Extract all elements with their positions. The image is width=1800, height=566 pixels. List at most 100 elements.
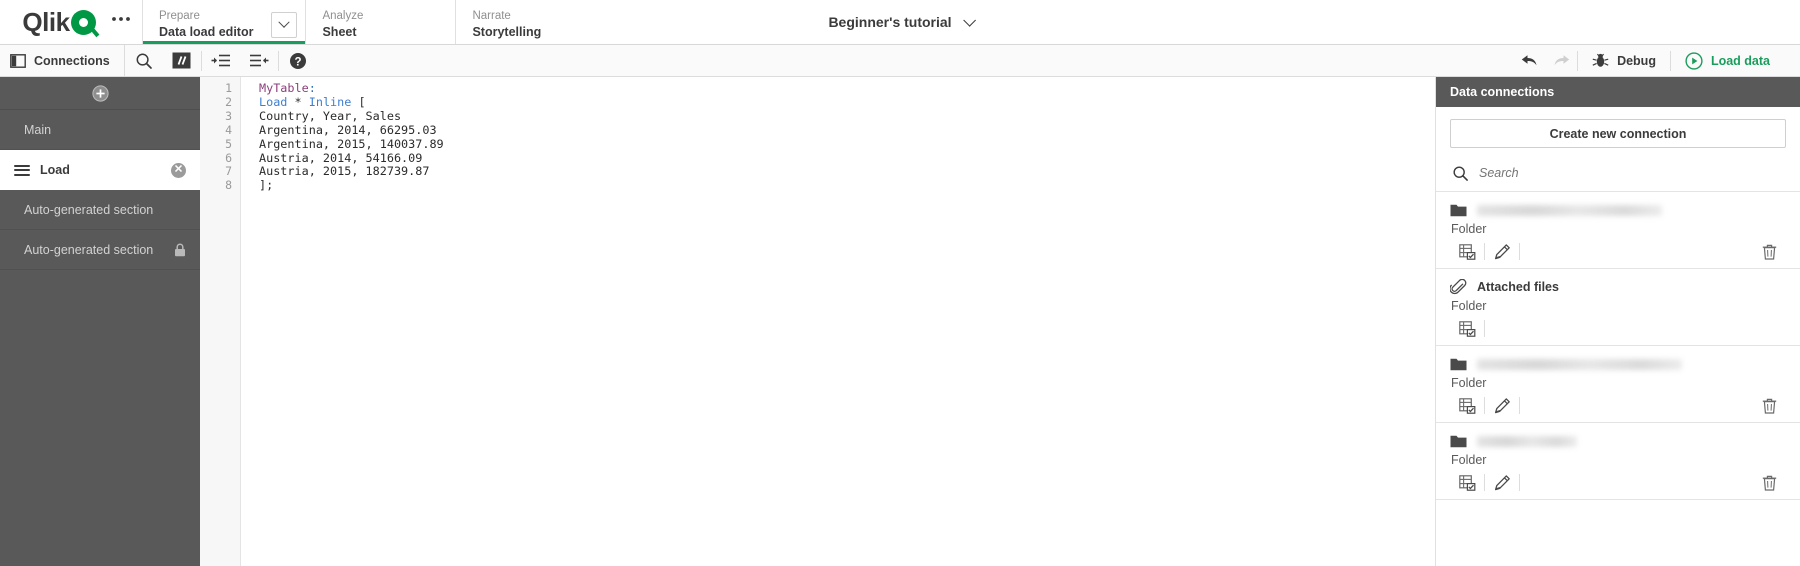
- connection-item[interactable]: Folder: [1436, 192, 1800, 269]
- top-navigation-bar: Qlik Prepare Data load editor Analyze Sh…: [0, 0, 1800, 45]
- qlik-logo[interactable]: Qlik: [0, 0, 100, 44]
- tab-storytelling[interactable]: Narrate Storytelling: [455, 0, 606, 44]
- play-circle-icon: [1685, 51, 1703, 70]
- sidebar-item-label: Load: [40, 163, 70, 177]
- delete-section-button[interactable]: ✕: [171, 162, 186, 178]
- connection-item[interactable]: Folder: [1436, 423, 1800, 500]
- code-line[interactable]: Load * Inline [: [259, 94, 1435, 110]
- edit-icon: [1494, 474, 1511, 491]
- logo-text: Qlik: [22, 7, 70, 37]
- code-token: ];: [259, 178, 274, 193]
- toolbar-left-group: Connections ?: [0, 44, 317, 77]
- app-title[interactable]: Beginner's tutorial: [828, 14, 951, 30]
- help-button[interactable]: ?: [279, 45, 317, 77]
- paperclip-icon: [1450, 279, 1467, 295]
- connection-item[interactable]: Folder: [1436, 346, 1800, 423]
- tab-analyze-group-label: Analyze: [322, 10, 364, 22]
- connections-search-row[interactable]: [1450, 155, 1786, 191]
- connection-type: Folder: [1451, 299, 1487, 313]
- connection-header: Attached files: [1450, 278, 1786, 296]
- connection-actions: [1450, 315, 1786, 342]
- tab-sheet[interactable]: Analyze Sheet: [305, 0, 456, 44]
- search-icon: [136, 53, 152, 69]
- code-token: [: [351, 94, 366, 109]
- undo-icon: [1521, 55, 1537, 66]
- code-line[interactable]: Country, Year, Sales: [259, 109, 1435, 124]
- data-connections-panel: Data connections Create new connection F…: [1435, 77, 1800, 566]
- connection-name-redacted: [1477, 204, 1662, 216]
- line-number: 3: [225, 108, 232, 123]
- select-data-button[interactable]: [1450, 472, 1484, 494]
- select-data-button[interactable]: [1450, 395, 1484, 417]
- sidebar-item-auto-generated-1[interactable]: Auto-generated section: [0, 190, 200, 230]
- search-button[interactable]: [125, 45, 163, 77]
- toggle-connections-panel-button[interactable]: Connections: [0, 44, 125, 77]
- folder-icon: [1450, 357, 1467, 371]
- code-line[interactable]: Argentina, 2014, 66295.03: [259, 123, 1435, 138]
- select-data-button[interactable]: [1450, 318, 1484, 340]
- indent-button[interactable]: [202, 45, 240, 77]
- edit-button[interactable]: [1485, 472, 1519, 494]
- connection-name-redacted: [1477, 358, 1682, 370]
- code-line[interactable]: MyTable:: [259, 81, 1435, 96]
- select-data-button[interactable]: [1450, 241, 1484, 263]
- connection-header: [1450, 432, 1786, 450]
- connection-item[interactable]: Attached files Folder: [1436, 269, 1800, 346]
- connection-type: Folder: [1451, 453, 1487, 467]
- edit-button[interactable]: [1485, 241, 1519, 263]
- tab-storytelling-label: Storytelling: [472, 25, 542, 39]
- edit-icon: [1494, 397, 1511, 414]
- delete-button[interactable]: [1752, 395, 1786, 417]
- script-sections-sidebar: Main Load ✕ Auto-generated section Auto-…: [0, 77, 200, 566]
- data-load-editor-page: Qlik Prepare Data load editor Analyze Sh…: [0, 0, 1800, 566]
- connections-search-input[interactable]: [1479, 166, 1719, 180]
- overflow-menu-button[interactable]: [100, 0, 142, 44]
- comment-button[interactable]: [163, 45, 201, 77]
- code-line[interactable]: Argentina, 2015, 140037.89: [259, 137, 1435, 152]
- delete-button[interactable]: [1752, 472, 1786, 494]
- debug-button[interactable]: Debug: [1578, 45, 1670, 77]
- create-new-connection-button[interactable]: Create new connection: [1450, 119, 1786, 148]
- drag-handle-icon[interactable]: [14, 164, 30, 176]
- line-number: 1: [225, 81, 232, 95]
- code-token: Inline: [308, 94, 352, 109]
- delete-button[interactable]: [1752, 241, 1786, 263]
- outdent-button[interactable]: [240, 45, 278, 77]
- line-number: 4: [225, 122, 232, 137]
- data-connections-body: Create new connection: [1436, 107, 1800, 191]
- add-section-button[interactable]: [0, 77, 200, 110]
- sidebar-item-label: Auto-generated section: [24, 242, 154, 257]
- data-load-editor-dropdown-button[interactable]: [271, 12, 298, 38]
- code-token: MyTable: [259, 81, 309, 95]
- sidebar-item-auto-generated-2[interactable]: Auto-generated section: [0, 230, 200, 270]
- code-line[interactable]: ];: [259, 178, 1435, 193]
- code-line[interactable]: Austria, 2014, 54166.09: [259, 151, 1435, 166]
- load-data-button[interactable]: Load data: [1671, 45, 1784, 77]
- connection-actions: [1450, 238, 1786, 265]
- code-token: *: [287, 94, 309, 109]
- connection-header: [1450, 201, 1786, 219]
- lock-icon: [175, 243, 185, 256]
- edit-icon: [1494, 243, 1511, 260]
- chevron-down-icon[interactable]: [962, 13, 976, 27]
- delete-icon: [1762, 475, 1777, 491]
- code-token: Austria, 2015, 182739.87: [259, 164, 430, 179]
- load-data-label: Load data: [1710, 53, 1770, 68]
- code-line[interactable]: Austria, 2015, 182739.87: [259, 164, 1435, 179]
- redo-button[interactable]: [1545, 45, 1577, 77]
- sidebar-item-main[interactable]: Main: [0, 110, 200, 150]
- tab-prepare-label: Data load editor: [159, 25, 254, 39]
- sidebar-item-load[interactable]: Load ✕: [0, 150, 200, 190]
- script-editor[interactable]: 12345678 MyTable: Load * Inline [Country,…: [200, 77, 1435, 566]
- toolbar-right-group: Debug Load data: [1513, 45, 1800, 77]
- comment-icon: [172, 52, 191, 69]
- edit-button[interactable]: [1485, 395, 1519, 417]
- tab-data-load-editor[interactable]: Prepare Data load editor: [142, 0, 306, 44]
- code-area[interactable]: MyTable: Load * Inline [Country, Year, Sa…: [241, 77, 1435, 566]
- add-section-icon: [91, 84, 109, 102]
- line-number: 8: [225, 178, 232, 193]
- undo-button[interactable]: [1513, 45, 1545, 77]
- indent-icon: [211, 54, 230, 66]
- connection-type: Folder: [1451, 376, 1487, 390]
- delete-icon: [1762, 398, 1777, 414]
